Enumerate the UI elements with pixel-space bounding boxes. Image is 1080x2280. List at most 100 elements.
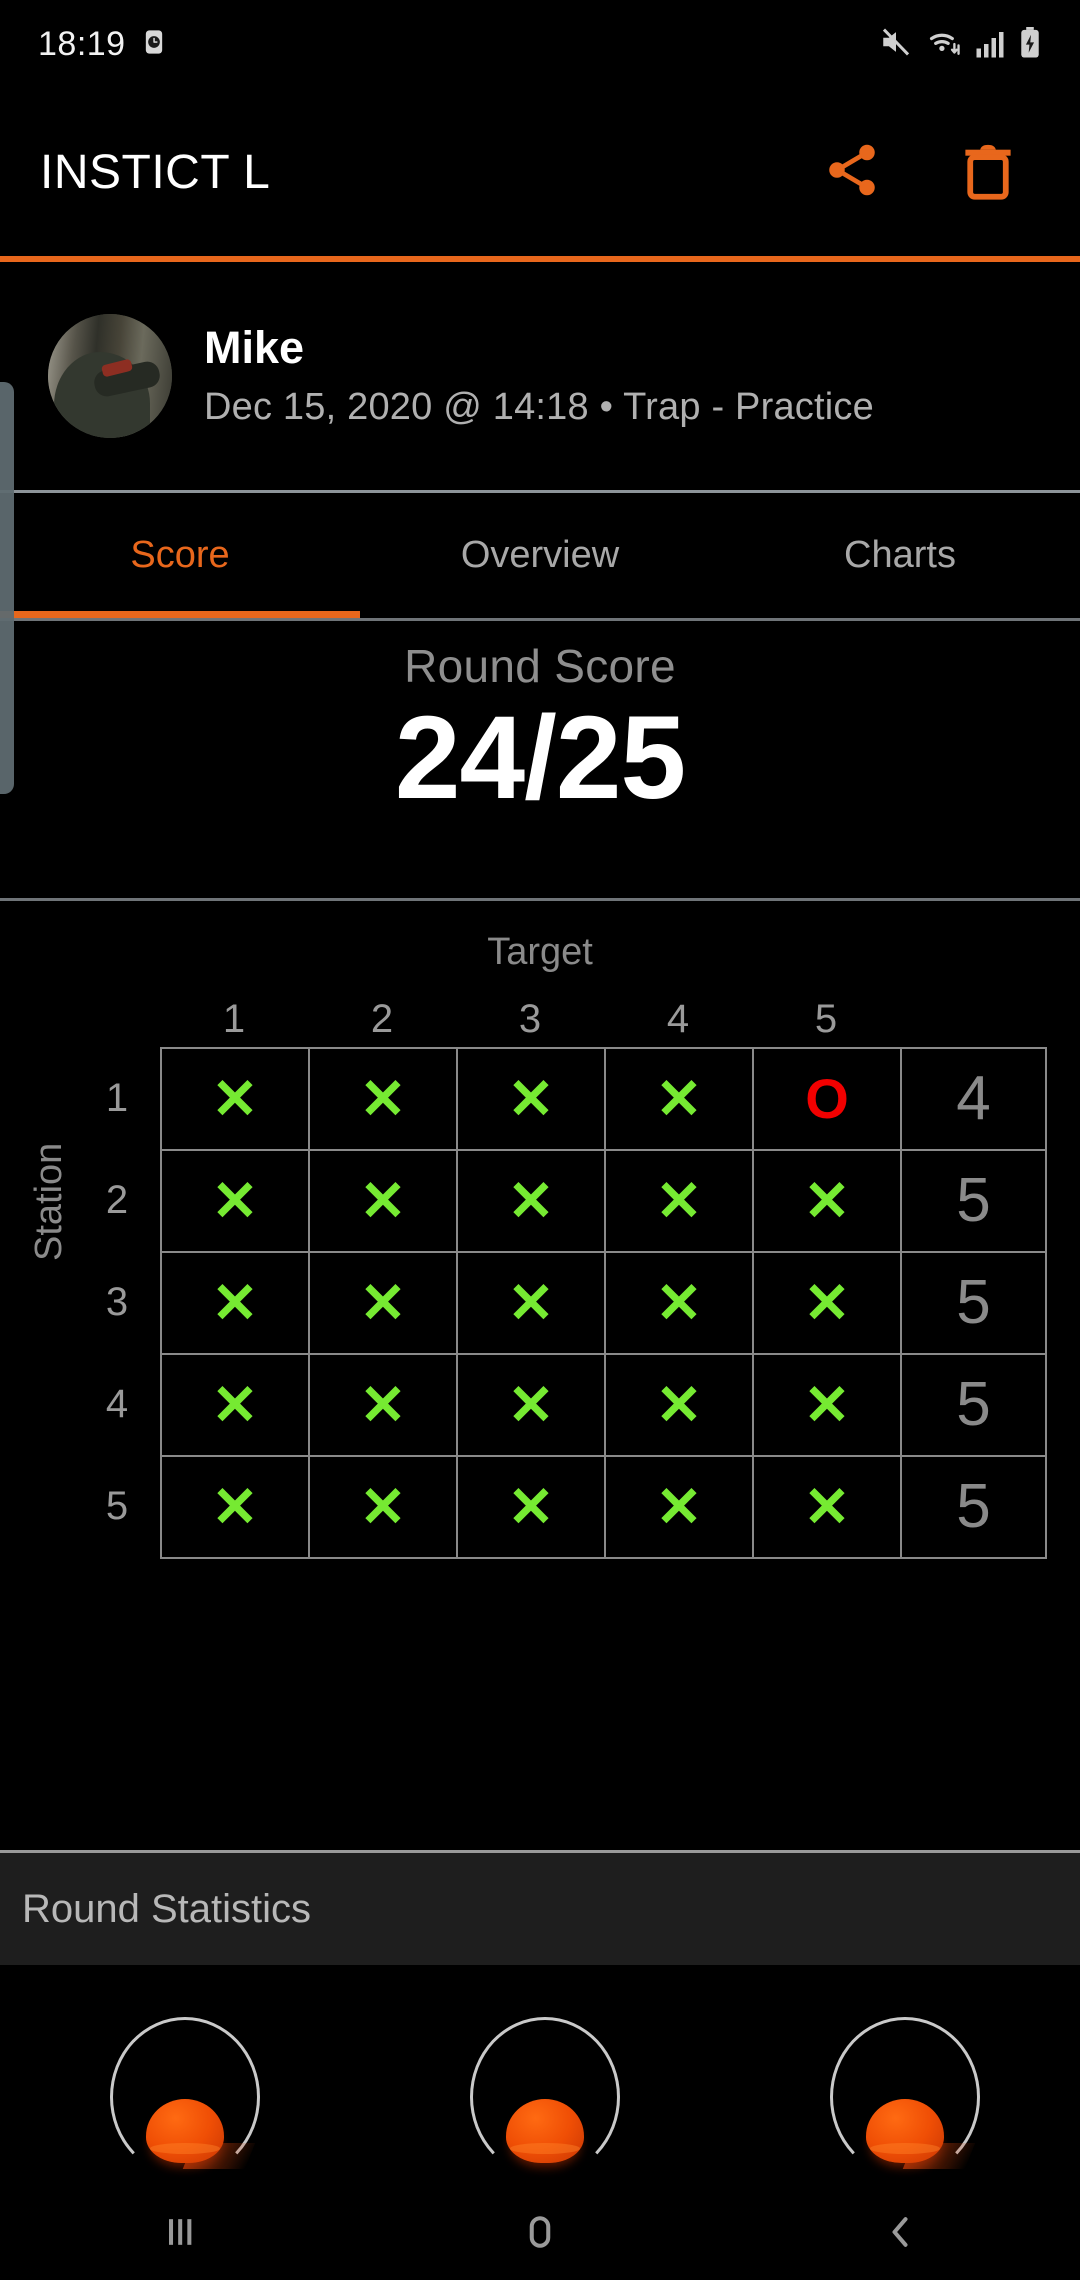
home-button[interactable] [470, 2188, 610, 2280]
edge-panel-handle[interactable] [0, 382, 14, 794]
hit-mark: ✕ [655, 1475, 703, 1538]
delete-button[interactable] [950, 134, 1026, 210]
score-cell[interactable]: ✕ [308, 1455, 458, 1559]
row-total-cell: 4 [900, 1047, 1047, 1151]
row-total: 5 [956, 1472, 991, 1541]
table-row: ✕ ✕ ✕ ✕ ✕ 5 [160, 1251, 1047, 1355]
score-grid: ✕ ✕ ✕ ✕ O 4 ✕ ✕ ✕ ✕ ✕ 5 ✕ ✕ ✕ ✕ ✕ 5 ✕ ✕ … [160, 1047, 1047, 1559]
row-total-cell: 5 [900, 1149, 1047, 1253]
score-cell[interactable]: ✕ [604, 1047, 754, 1151]
hit-mark: ✕ [359, 1067, 407, 1130]
hit-mark: ✕ [507, 1271, 555, 1334]
score-cell[interactable]: ✕ [160, 1455, 310, 1559]
station-row-header: 1 [105, 1075, 129, 1120]
app-bar-actions [814, 134, 1040, 210]
score-cell[interactable]: ✕ [752, 1149, 902, 1253]
status-bar: 18:19 [0, 0, 1080, 88]
score-cell[interactable]: ✕ [456, 1047, 606, 1151]
station-row-headers: 1 2 3 4 5 [86, 1047, 148, 1557]
score-cell[interactable]: ✕ [308, 1149, 458, 1253]
station-row-header: 3 [105, 1279, 129, 1324]
system-navigation-bar [0, 2188, 1080, 2280]
score-cell[interactable]: ✕ [456, 1353, 606, 1457]
back-button[interactable] [830, 2188, 970, 2280]
page-title: INSTICT L [40, 145, 271, 199]
target-column-header: 3 [518, 997, 542, 1041]
score-cell[interactable]: O [752, 1047, 902, 1151]
score-cell[interactable]: ✕ [604, 1251, 754, 1355]
score-cell[interactable]: ✕ [752, 1353, 902, 1457]
round-statistics-title: Round Statistics [22, 1886, 312, 1931]
tab-overview[interactable]: Overview [360, 493, 720, 618]
clay-target-icon [80, 2017, 280, 2188]
score-cell[interactable]: ✕ [308, 1047, 458, 1151]
score-cell[interactable]: ✕ [160, 1149, 310, 1253]
score-cell[interactable]: ✕ [456, 1251, 606, 1355]
target-column-header: 5 [814, 997, 838, 1041]
score-cell[interactable]: ✕ [160, 1251, 310, 1355]
clay-target-row [0, 1965, 1080, 2188]
tab-list: Score Overview Charts [0, 493, 1080, 618]
round-score-label: Round Score [404, 640, 676, 692]
tab-score[interactable]: Score [0, 493, 360, 618]
hit-mark: ✕ [507, 1475, 555, 1538]
score-cell[interactable]: ✕ [604, 1455, 754, 1559]
recents-icon [158, 2210, 202, 2259]
row-total-cell: 5 [900, 1455, 1047, 1559]
hit-mark: ✕ [655, 1271, 703, 1334]
score-cell[interactable]: ✕ [160, 1353, 310, 1457]
table-row: ✕ ✕ ✕ ✕ ✕ 5 [160, 1353, 1047, 1457]
score-cell[interactable]: ✕ [752, 1455, 902, 1559]
hit-mark: ✕ [211, 1169, 259, 1232]
score-cell[interactable]: ✕ [604, 1149, 754, 1253]
hit-mark: ✕ [655, 1169, 703, 1232]
scorecard-panel: Target 1 2 3 4 5 Station 1 2 3 4 5 ✕ ✕ ✕… [0, 898, 1080, 1850]
tab-charts[interactable]: Charts [720, 493, 1080, 618]
status-bar-right [879, 25, 1042, 64]
row-total-cell: 5 [900, 1251, 1047, 1355]
target-column-header: 4 [666, 997, 690, 1041]
hit-mark: ✕ [211, 1067, 259, 1130]
session-header[interactable]: Mike Dec 15, 2020 @ 14:18 • Trap - Pract… [0, 262, 1080, 490]
round-score-value: 24/25 [394, 692, 686, 824]
app-bar: INSTICT L [0, 88, 1080, 256]
score-cell[interactable]: ✕ [456, 1149, 606, 1253]
hit-mark: ✕ [803, 1475, 851, 1538]
alarm-icon [140, 28, 168, 61]
score-cell[interactable]: ✕ [160, 1047, 310, 1151]
home-icon [518, 2210, 562, 2259]
station-row-header: 2 [105, 1177, 129, 1222]
row-total: 5 [956, 1268, 991, 1337]
share-icon [822, 140, 882, 205]
hit-mark: ✕ [655, 1067, 703, 1130]
hit-mark: ✕ [359, 1169, 407, 1232]
score-cell[interactable]: ✕ [308, 1251, 458, 1355]
hit-mark: ✕ [211, 1271, 259, 1334]
shooter-name: Mike [204, 321, 305, 373]
recents-button[interactable] [110, 2188, 250, 2280]
table-row: ✕ ✕ ✕ ✕ ✕ 5 [160, 1149, 1047, 1253]
score-cell[interactable]: ✕ [604, 1353, 754, 1457]
score-cell[interactable]: ✕ [456, 1455, 606, 1559]
row-total: 5 [956, 1370, 991, 1439]
station-axis-label: Station [28, 1142, 70, 1261]
battery-charging-icon [1018, 26, 1042, 64]
clay-target-icon [440, 2017, 640, 2188]
table-row: ✕ ✕ ✕ ✕ O 4 [160, 1047, 1047, 1151]
target-column-headers: 1 2 3 4 5 [160, 997, 900, 1042]
hit-mark: ✕ [507, 1169, 555, 1232]
score-cell[interactable]: ✕ [308, 1353, 458, 1457]
hit-mark: ✕ [359, 1373, 407, 1436]
score-grid-body: ✕ ✕ ✕ ✕ O 4 ✕ ✕ ✕ ✕ ✕ 5 ✕ ✕ ✕ ✕ ✕ 5 ✕ ✕ … [160, 1047, 1047, 1559]
trash-icon [960, 140, 1016, 205]
target-column-header: 2 [370, 997, 394, 1041]
wifi-icon [926, 25, 962, 64]
session-meta: Dec 15, 2020 @ 14:18 • Trap - Practice [204, 386, 874, 429]
round-statistics-header: Round Statistics [0, 1850, 1080, 1965]
avatar [48, 314, 172, 438]
signal-icon [975, 29, 1005, 64]
share-button[interactable] [814, 134, 890, 210]
score-cell[interactable]: ✕ [752, 1251, 902, 1355]
tab-bar: Score Overview Charts [0, 490, 1080, 618]
hit-mark: ✕ [803, 1373, 851, 1436]
